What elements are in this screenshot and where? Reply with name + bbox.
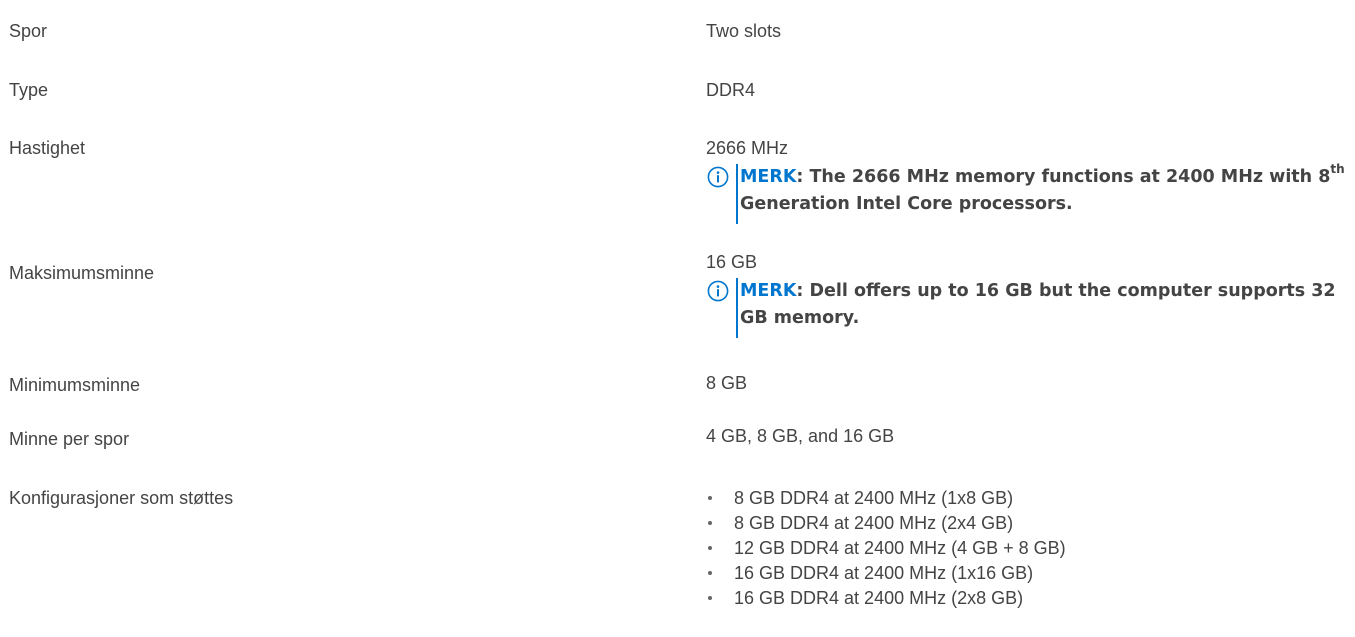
note-superscript: th xyxy=(1330,162,1345,177)
list-item-text: 16 GB DDR4 at 2400 MHz (2x8 GB) xyxy=(734,588,1024,608)
spec-label: Hastighet xyxy=(9,138,86,158)
spec-label: Konfigurasjoner som støttes xyxy=(9,488,234,508)
list-item: 16 GB DDR4 at 2400 MHz (2x8 GB) xyxy=(706,587,1346,612)
spec-label: Maksimumsminne xyxy=(9,263,155,283)
bullet-icon xyxy=(708,546,712,550)
list-item-text: 8 GB DDR4 at 2400 MHz (2x4 GB) xyxy=(734,513,1014,533)
note-box: MERK: The 2666 MHz memory functions at 2… xyxy=(706,162,1346,224)
spec-value: Two slots xyxy=(706,20,1346,42)
spec-value: DDR4 xyxy=(706,79,1346,101)
spec-value: 4 GB, 8 GB, and 16 GB xyxy=(706,425,1346,447)
list-item: 12 GB DDR4 at 2400 MHz (4 GB + 8 GB) xyxy=(706,537,1346,562)
note-text: MERK: The 2666 MHz memory functions at 2… xyxy=(740,162,1346,218)
note-label: MERK xyxy=(740,281,797,301)
spec-value-text: 8 GB xyxy=(706,373,748,393)
spec-value: 8 GB DDR4 at 2400 MHz (1x8 GB) 8 GB DDR4… xyxy=(706,487,1346,612)
list-item-text: 16 GB DDR4 at 2400 MHz (1x16 GB) xyxy=(734,563,1034,583)
spec-value-text: 4 GB, 8 GB, and 16 GB xyxy=(706,426,895,446)
spec-value-text: 16 GB xyxy=(706,252,758,272)
spec-value-text: 2666 MHz xyxy=(706,138,789,158)
bullet-icon xyxy=(708,521,712,525)
note-text: MERK: Dell offers up to 16 GB but the co… xyxy=(740,278,1346,332)
spec-value: 16 GB MERK: Dell offers up to 16 GB but … xyxy=(706,251,1346,338)
note-label: MERK xyxy=(740,167,797,187)
spec-value-text: Two slots xyxy=(706,21,782,41)
info-circle-icon xyxy=(707,166,729,188)
spec-label: Type xyxy=(9,80,49,100)
list-item-text: 12 GB DDR4 at 2400 MHz (4 GB + 8 GB) xyxy=(734,538,1066,558)
list-item: 8 GB DDR4 at 2400 MHz (2x4 GB) xyxy=(706,512,1346,537)
note-text-part: Generation Intel Core processors. xyxy=(740,194,1073,214)
note-box: MERK: Dell offers up to 16 GB but the co… xyxy=(706,278,1346,338)
list-item-text: 8 GB DDR4 at 2400 MHz (1x8 GB) xyxy=(734,488,1014,508)
list-item: 16 GB DDR4 at 2400 MHz (1x16 GB) xyxy=(706,562,1346,587)
spec-value-text: DDR4 xyxy=(706,80,756,100)
spec-value: 2666 MHz MERK: The 2666 MHz memory funct… xyxy=(706,137,1346,224)
memory-spec-table: Spor Two slots Type DDR4 Hastighet 2666 … xyxy=(0,0,1355,637)
note-text-part: : Dell offers up to 16 GB but the comput… xyxy=(740,281,1336,328)
note-text-part: : The 2666 MHz memory functions at 2400 … xyxy=(796,167,1331,187)
bullet-icon xyxy=(708,571,712,575)
note-divider xyxy=(736,164,738,224)
spec-label: Minne per spor xyxy=(9,429,130,449)
spec-label: Spor xyxy=(9,21,48,41)
spec-value: 8 GB xyxy=(706,372,1346,394)
configuration-list: 8 GB DDR4 at 2400 MHz (1x8 GB) 8 GB DDR4… xyxy=(706,487,1346,612)
list-item: 8 GB DDR4 at 2400 MHz (1x8 GB) xyxy=(706,487,1346,512)
info-circle-icon xyxy=(707,280,729,302)
note-divider xyxy=(736,278,738,338)
spec-label: Minimumsminne xyxy=(9,375,141,395)
bullet-icon xyxy=(708,596,712,600)
bullet-icon xyxy=(708,496,712,500)
